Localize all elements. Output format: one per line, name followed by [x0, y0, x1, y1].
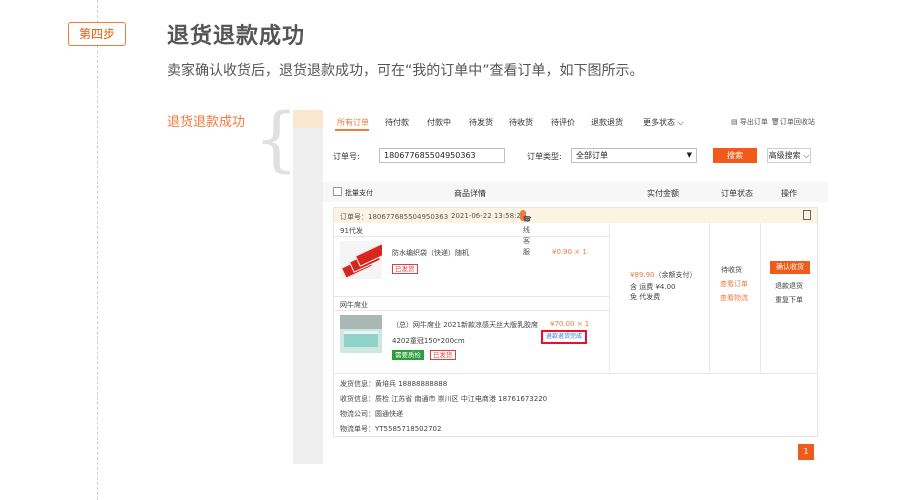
tab-more-status[interactable]: 更多状态 ⌵	[643, 117, 684, 128]
order-type-value: 全部订单	[576, 151, 608, 160]
freight-info: 含 运费 ¥4.00	[630, 283, 676, 291]
reorder-link[interactable]: 重复下单	[775, 295, 803, 305]
search-button[interactable]: 搜索	[713, 148, 757, 163]
order-tabs: 所有订单 待付款 付款中 待发货 待收货 待评价 退款退货 更多状态 ⌵ ▤ 导…	[323, 110, 828, 132]
guide-line	[97, 0, 98, 500]
recycle-bin-link[interactable]: 🗑订单回收站	[771, 117, 815, 127]
tab-active-indicator	[335, 129, 369, 131]
export-orders-label: 导出订单	[739, 118, 768, 126]
refund-complete-link[interactable]: 退款退货完成	[541, 330, 587, 344]
batch-pay-label: 批量支付	[345, 189, 373, 197]
chevron-down-icon: ⌵	[677, 118, 684, 127]
note-icon[interactable]	[803, 210, 811, 220]
tab-all-orders[interactable]: 所有订单	[337, 117, 369, 128]
chevron-down-icon: ⌵	[803, 151, 810, 160]
sender-info: 发货信息：黄培兵 18888888888	[340, 380, 448, 388]
order-status: 待收货	[721, 266, 742, 274]
item-price: ¥0.90 × 1	[552, 248, 587, 256]
batch-pay-checkbox[interactable]	[333, 187, 342, 196]
divider	[334, 373, 817, 374]
col-operation: 操作	[781, 189, 797, 198]
advanced-search-button[interactable]: 高级搜索 ⌵	[767, 148, 811, 163]
panel-strip	[293, 110, 323, 128]
caret-down-icon: ▼	[686, 151, 692, 159]
order-total: ¥89.90（余额支付）	[630, 270, 697, 280]
tab-pending-receipt[interactable]: 待收货	[509, 117, 533, 128]
view-order-link[interactable]: 查看订单	[720, 279, 748, 289]
search-row: 订单号: 180677685504950363 订单类型: 全部订单 ▼ 搜索 …	[323, 146, 828, 166]
order-page: 所有订单 待付款 付款中 待发货 待收货 待评价 退款退货 更多状态 ⌵ ▤ 导…	[323, 110, 828, 464]
logistics-company: 物流公司：圆通快递	[340, 410, 403, 418]
divider	[609, 223, 610, 373]
order-no-input[interactable]: 180677685504950363	[379, 148, 505, 163]
order-time: 2021-06-22 13:58:25	[451, 212, 526, 220]
supplier-name: 网牛席业	[340, 301, 368, 309]
step-title: 退货退款成功	[167, 24, 306, 49]
divider	[709, 223, 710, 373]
table-header: 批量支付 商品详情 实付金额 订单状态 操作	[323, 182, 828, 202]
order-type-label: 订单类型:	[527, 152, 562, 161]
divider	[334, 236, 609, 237]
service-fee-info: 免 代发费	[630, 293, 661, 301]
advanced-search-label: 高级搜索	[768, 151, 801, 160]
order-header: 订单号：180677685504950363 2021-06-22 13:58:…	[334, 208, 817, 256]
product-image[interactable]	[340, 315, 382, 353]
divider	[334, 310, 609, 311]
document-icon: ▤	[731, 118, 738, 126]
order-type-select[interactable]: 全部订单 ▼	[571, 148, 697, 163]
brace-decoration: {	[254, 98, 299, 180]
order-total-note: （余额支付）	[654, 271, 697, 279]
screenshot-panel: 所有订单 待付款 付款中 待发货 待收货 待评价 退款退货 更多状态 ⌵ ▤ 导…	[293, 110, 828, 464]
divider	[334, 296, 609, 297]
tab-pending-payment[interactable]: 待付款	[385, 117, 409, 128]
tab-pending-shipment[interactable]: 待发货	[469, 117, 493, 128]
product-title[interactable]: （总）网牛席业 2021新款凉感天丝大版乳胶席	[392, 320, 538, 330]
shipped-tag: 已发货	[392, 264, 418, 274]
side-label: 退货退款成功	[167, 115, 246, 130]
order-number: 订单号：180677685504950363	[340, 213, 449, 221]
item-price: ¥70.00 × 1	[550, 320, 590, 328]
tab-paying[interactable]: 付款中	[427, 117, 451, 128]
pagination-page[interactable]: 1	[798, 444, 814, 460]
divider	[760, 223, 761, 373]
inspection-tag: 需要质检	[392, 350, 424, 360]
order-no-label: 订单号:	[333, 152, 360, 161]
tracking-number: 物流单号：YT5585718502702	[340, 425, 442, 433]
product-title[interactable]: 防水编织袋（快递）随机	[392, 248, 469, 258]
confirm-receipt-button[interactable]: 确认收货	[770, 261, 810, 274]
order-total-amount: ¥89.90	[630, 271, 655, 279]
recycle-bin-label: 订单回收站	[779, 118, 815, 126]
receiver-info: 收货信息：质检 江苏省 南通市 崇川区 中江电商港 18761673220	[340, 395, 548, 403]
col-order-status: 订单状态	[721, 189, 753, 198]
col-product-detail: 商品详情	[454, 189, 486, 198]
product-image[interactable]	[340, 241, 382, 279]
online-service-button[interactable]: ☎ 在线客服	[520, 210, 532, 256]
tab-refunds[interactable]: 退款退货	[591, 117, 623, 128]
product-spec: 4202童冠150*200cm	[392, 337, 465, 345]
shipped-tag: 已发货	[430, 350, 456, 360]
tab-pending-review[interactable]: 待评价	[551, 117, 575, 128]
col-paid-amount: 实付金额	[647, 189, 679, 198]
tab-more-status-label: 更多状态	[643, 118, 675, 127]
step-badge: 第四步	[68, 22, 126, 46]
supplier-name: 91代发	[340, 227, 363, 235]
refund-return-link[interactable]: 退款退货	[775, 281, 803, 291]
order-card: 订单号：180677685504950363 2021-06-22 13:58:…	[333, 207, 818, 437]
view-logistics-link[interactable]: 查看物流	[720, 293, 748, 303]
step-description: 卖家确认收货后，退货退款成功，可在“我的订单中”查看订单，如下图所示。	[167, 63, 644, 79]
trash-icon: 🗑	[771, 118, 780, 126]
export-orders-link[interactable]: ▤ 导出订单	[731, 117, 768, 127]
